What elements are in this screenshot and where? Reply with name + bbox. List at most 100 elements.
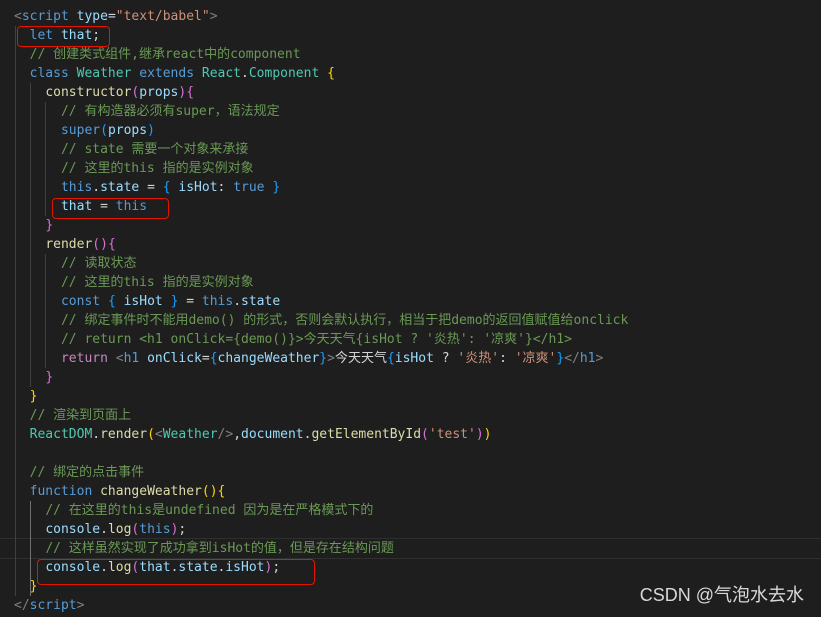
code-line[interactable]: // 读取状态: [14, 254, 136, 273]
code-token: render: [45, 237, 93, 252]
code-token: this: [139, 522, 171, 537]
code-token: changeWeather: [100, 484, 202, 499]
code-token: // 创建类式组件,继承react中的component: [29, 47, 301, 62]
code-line[interactable]: // 绑定的点击事件: [14, 463, 144, 482]
code-token: }: [272, 180, 281, 195]
code-line[interactable]: // return <h1 onClick={demo()}>今天天气{isHo…: [14, 330, 572, 349]
code-line[interactable]: // 这样虽然实现了成功拿到isHot的值，但是存在结构问题: [14, 539, 394, 558]
code-token: extends: [139, 66, 195, 81]
code-line[interactable]: // 这里的this 指的是实例对象: [14, 273, 254, 292]
code-token: (: [92, 237, 101, 252]
code-token: // state 需要一个对象来承接: [60, 142, 249, 157]
code-line[interactable]: this.state = { isHot: true }: [14, 178, 280, 197]
code-line[interactable]: // 有构造器必须有super，语法规定: [14, 102, 280, 121]
code-token: (: [147, 427, 155, 442]
code-token: {: [327, 66, 335, 81]
code-token: ): [483, 427, 492, 442]
highlight-box-let-that: [17, 26, 110, 47]
code-token: // return <h1 onClick={demo()}>今天天气{isHo…: [60, 332, 572, 347]
code-token: return: [60, 351, 108, 366]
code-line[interactable]: // state 需要一个对象来承接: [14, 140, 248, 159]
code-token: this: [201, 294, 234, 309]
code-token: .: [100, 522, 108, 537]
code-line[interactable]: </script>: [14, 596, 84, 615]
code-token: }: [319, 351, 328, 366]
code-token: const: [60, 294, 101, 309]
highlight-box-that-equals-this: [52, 198, 169, 219]
code-line[interactable]: function changeWeather(){: [14, 482, 226, 501]
code-token: (: [421, 427, 429, 442]
code-token: =: [178, 294, 202, 309]
code-token: (: [201, 484, 210, 499]
code-token: ): [209, 484, 218, 499]
code-line[interactable]: // 渲染到页面上: [14, 406, 131, 425]
csdn-watermark: CSDN @气泡水去水: [639, 585, 804, 605]
code-line[interactable]: const { isHot } = this.state: [14, 292, 280, 311]
code-token: ?: [433, 351, 458, 366]
code-token: ): [147, 123, 155, 138]
code-token: render: [100, 427, 148, 442]
code-line[interactable]: }: [14, 216, 53, 235]
code-token: >: [595, 351, 604, 366]
code-token: this: [60, 180, 93, 195]
code-token: state: [100, 180, 140, 195]
code-line[interactable]: // 在这里的this是undefined 因为是在严格模式下的: [14, 501, 373, 520]
code-token: // 这样虽然实现了成功拿到isHot的值，但是存在结构问题: [45, 541, 394, 556]
code-line[interactable]: class Weather extends React.Component {: [14, 64, 335, 83]
code-line[interactable]: constructor(props){: [14, 83, 194, 102]
code-token: </: [14, 598, 30, 613]
code-token: {: [386, 351, 395, 366]
code-line[interactable]: // 这里的this 指的是实例对象: [14, 159, 254, 178]
code-token: {: [209, 351, 218, 366]
code-line[interactable]: render(){: [14, 235, 115, 254]
code-token: // 渲染到页面上: [29, 408, 132, 423]
code-line[interactable]: }: [14, 577, 38, 596]
code-line[interactable]: }: [14, 387, 38, 406]
code-token: // 读取状态: [60, 256, 137, 271]
code-token: console: [45, 522, 101, 537]
code-token: "text/babel": [115, 9, 210, 24]
code-editor[interactable]: <script type="text/babel"> let that; // …: [0, 0, 821, 617]
code-token: 今天天气: [334, 351, 387, 366]
code-token: getElementById: [311, 427, 422, 442]
highlight-box-console-log-that: [37, 559, 315, 585]
code-line[interactable]: super(props): [14, 121, 155, 140]
code-token: Weather: [162, 427, 218, 442]
code-line[interactable]: ReactDOM.render(<Weather/>,document.getE…: [14, 425, 492, 444]
code-line[interactable]: // 创建类式组件,继承react中的component: [14, 45, 301, 64]
code-line[interactable]: // 绑定事件时不能用demo() 的形式，否则会默认执行，相当于把demo的返…: [14, 311, 628, 330]
code-token: {: [217, 484, 226, 499]
code-line[interactable]: console.log(this);: [14, 520, 186, 539]
code-token: .: [233, 294, 242, 309]
code-token: }: [45, 218, 54, 233]
code-line[interactable]: return <h1 onClick={changeWeather}>今天天气{…: [14, 349, 603, 368]
code-token: // 这里的this 指的是实例对象: [60, 275, 254, 290]
code-token: >: [209, 9, 218, 24]
code-token: <: [14, 9, 22, 24]
code-token: document: [241, 427, 304, 442]
code-line[interactable]: <script type="text/babel">: [14, 7, 218, 26]
code-line[interactable]: }: [14, 368, 53, 387]
